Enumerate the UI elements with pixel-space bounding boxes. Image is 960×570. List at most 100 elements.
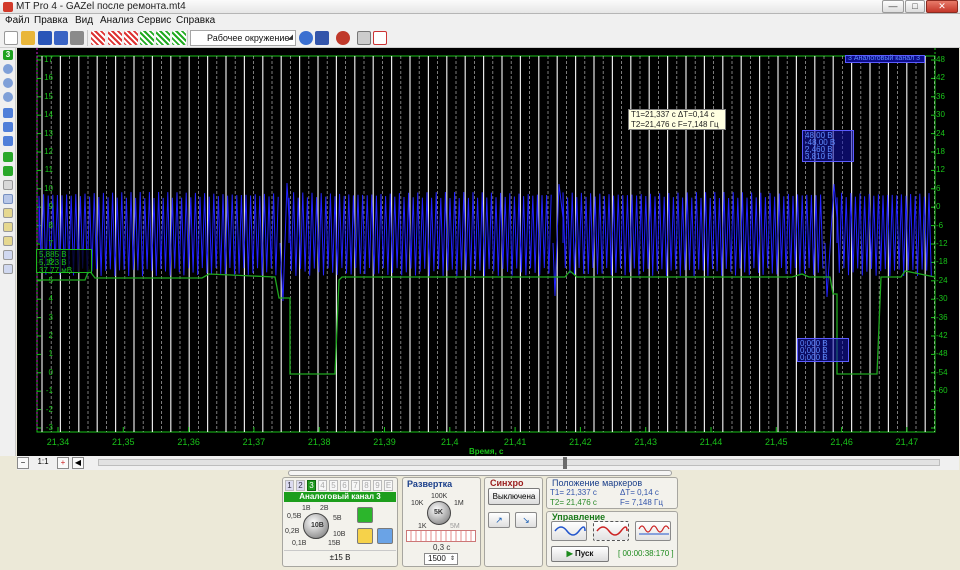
channel-tab-8[interactable]: 8 [362,480,371,491]
arrow-up-icon[interactable] [3,152,13,162]
zoom-out-icon[interactable] [3,78,13,88]
y-tick-label-left: 8 [48,220,53,230]
measure3-icon[interactable] [3,236,13,246]
start-button[interactable]: ▶ Пуск [551,546,609,562]
save-as-icon[interactable] [54,31,68,45]
marker-tooltip: T1=21,337 с ΔT=0,14 с T2=21,476 с F=7,14… [628,109,726,130]
mode-record-button[interactable] [635,521,671,541]
title-bar: MT Pro 4 - GAZel после ремонта.mt4 — □ ✕ [0,0,960,14]
menu-edit[interactable]: Правка [34,15,68,26]
menu-view[interactable]: Вид [75,15,93,26]
y-tick-label-left: 17 [44,55,53,64]
power-icon[interactable] [357,507,373,523]
range-value[interactable]: ±15 В [284,550,396,564]
sweep-label-1k: 1K [418,523,427,530]
mode-single-button[interactable] [551,521,587,541]
signal-red3-icon[interactable] [124,31,138,45]
channel-tab-e[interactable]: Е [384,480,393,491]
close-button[interactable]: ✕ [926,0,958,13]
export-icon[interactable] [357,31,371,45]
move-down-icon[interactable] [3,122,13,132]
new-file-icon[interactable] [4,31,18,45]
signal-green-icon[interactable] [140,31,154,45]
oscillogram-plot [36,48,936,433]
blue-measure-box-bottom[interactable]: 0,000 В 0,000 В 0,000 В [797,338,849,362]
menu-file[interactable]: Файл [5,15,30,26]
measure2-icon[interactable] [3,222,13,232]
oscilloscope-view[interactable]: 3 Аналоговый канал 3 T1=21,337 с ΔT=0,14… [17,48,959,456]
open-folder-icon[interactable] [21,31,35,45]
x-tick-label: 21,43 [634,437,657,447]
save-icon[interactable] [38,31,52,45]
knob-label-1v: 1В [302,505,311,512]
cursor-icon[interactable] [3,194,13,204]
scrollbar-thumb[interactable] [563,457,567,469]
channel-tab-4[interactable]: 4 [318,480,327,491]
print-icon[interactable] [70,31,84,45]
channel-tab-5[interactable]: 5 [329,480,338,491]
sweep-knob-value: 5K [434,509,443,516]
blue-measure-box-top[interactable]: 48,00 В -48,00 В 2,460 В 3,810 В [802,130,854,162]
sweep-spinbox[interactable]: 1500 ⇕ [424,553,458,565]
undo-icon[interactable] [299,31,313,45]
zoom-out-button[interactable]: − [17,457,29,469]
zoom-in-button[interactable]: + [57,457,69,469]
signal-icon[interactable] [3,264,13,274]
signal-red2-icon[interactable] [108,31,122,45]
marker-t2: T2= 21,476 с [550,498,597,507]
move-up-icon[interactable] [3,108,13,118]
channel-tab-6[interactable]: 6 [340,480,349,491]
channel-tab-3[interactable]: 3 [307,480,316,491]
expand-icon[interactable] [3,136,13,146]
elapsed-timer: [ 00:00:38:170 ] [618,549,674,558]
markers-title: Положение маркеров [552,478,643,488]
knob-label-15v: 15В [328,540,341,547]
y-tick-label-left: 10 [44,183,53,193]
mode-continuous-button[interactable] [593,521,629,541]
menu-service[interactable]: Сервис [137,15,171,26]
channel-badge[interactable]: 3 [3,50,13,60]
sync-mode-button[interactable]: Выключена [488,488,540,505]
zoom-in-icon[interactable] [3,64,13,74]
channel-tab-7[interactable]: 7 [351,480,360,491]
environment-select[interactable]: Рабочее окружение ◢ [190,30,296,46]
maximize-button[interactable]: □ [905,0,925,13]
play-channel-icon[interactable] [357,528,373,544]
dropdown-arrow-icon: ◢ [287,34,293,41]
channel-tab-2[interactable]: 2 [296,480,305,491]
spectrum-icon[interactable] [3,250,13,260]
x-tick-label: 21,41 [503,437,527,447]
channel-tab-1[interactable]: 1 [285,480,294,491]
signal-green2-icon[interactable] [156,31,170,45]
y-tick-label-right: 0 [936,202,941,212]
menu-analysis[interactable]: Анализ [100,15,134,26]
channel-tab-9[interactable]: 9 [373,480,382,491]
ruler-icon[interactable] [3,180,13,190]
y-tick-label-left: 7 [48,239,53,248]
panel-scrollbar[interactable] [288,470,672,476]
scroll-left-button[interactable]: ◀ [72,457,84,469]
measure-icon[interactable] [3,208,13,218]
minimize-button[interactable]: — [882,0,904,13]
signal-red-icon[interactable] [91,31,105,45]
knob-label-05v: 0,5В [287,513,302,520]
arrow-down-icon[interactable] [3,166,13,176]
menu-bar: Файл Правка Вид Анализ Сервис Справка [0,14,960,28]
save-workspace-icon[interactable] [315,31,329,45]
eraser-icon[interactable] [336,31,350,45]
falling-edge-button[interactable]: ↘ [515,512,537,528]
grid-icon[interactable] [373,31,387,45]
x-tick-label: 21,44 [699,437,723,447]
calculator-icon[interactable] [377,528,393,544]
signal-green3-icon[interactable] [172,31,186,45]
zoom-fit-icon[interactable] [3,92,13,102]
rising-edge-button[interactable]: ↗ [488,512,510,528]
x-tick-label: 21,47 [895,437,919,447]
x-tick-label: 21,39 [373,437,396,447]
sweep-label-100k: 100K [431,493,448,500]
menu-help[interactable]: Справка [176,15,215,26]
y-tick-label-left: 16 [44,73,53,83]
x-tick-label: 21,42 [569,437,592,447]
time-scrollbar[interactable] [98,459,940,466]
spin-arrows-icon[interactable]: ⇕ [450,554,455,564]
